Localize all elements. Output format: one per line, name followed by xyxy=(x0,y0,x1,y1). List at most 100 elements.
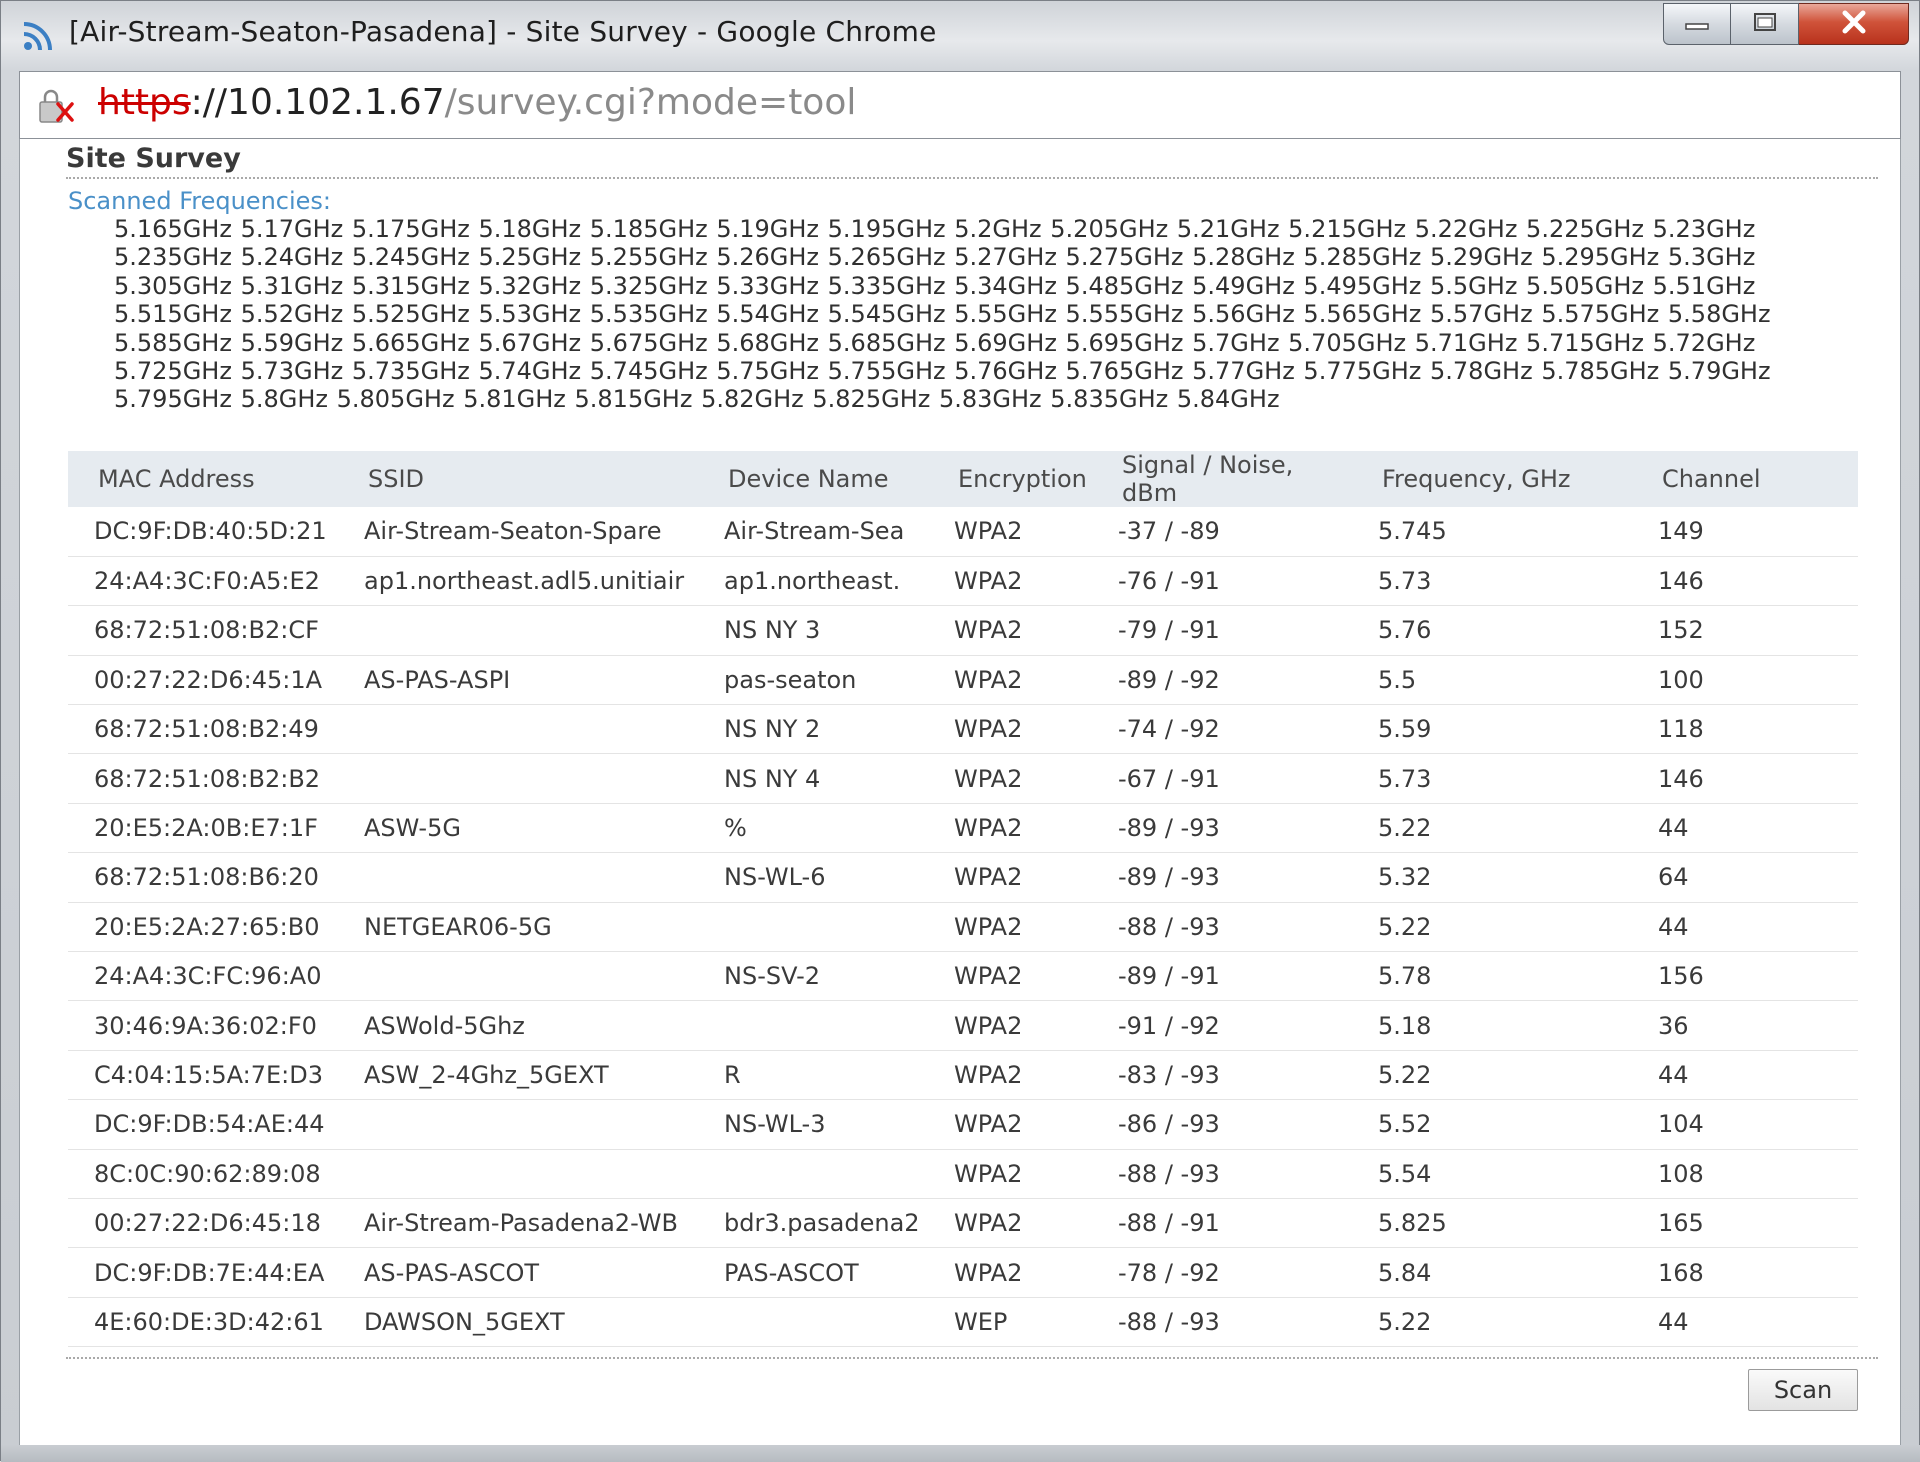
cell-mac-address: 20:E5:2A:27:65:B0 xyxy=(94,912,320,941)
browser-window: [Air-Stream-Seaton-Pasadena] - Site Surv… xyxy=(0,0,1920,1462)
cell-mac-address: C4:04:15:5A:7E:D3 xyxy=(94,1060,323,1089)
cell-device-name: % xyxy=(724,814,747,843)
cell-device-name: NS NY 2 xyxy=(724,715,821,744)
cell-device-name xyxy=(698,1149,928,1198)
cell-frequency: 5.73 xyxy=(1378,567,1432,596)
table-header-row: MAC Address SSID Device Name Encryption … xyxy=(68,451,1858,507)
table-row[interactable]: 24:A4:3C:FC:96:A0 NS-SV-2 WPA2 -89 / -91 5.7… xyxy=(68,952,1858,1001)
cell-frequency: 5.84 xyxy=(1378,1258,1432,1287)
table-row[interactable]: 8C:0C:90:62:89:08 WPA2 -88 / -93 5.54 108 xyxy=(68,1149,1858,1199)
cell-channel: 149 xyxy=(1658,517,1704,546)
cell-ssid: NETGEAR06-5G xyxy=(364,912,552,941)
table-row[interactable]: DC:9F:DB:54:AE:44 NS-WL-3 WPA2 -86 / -93 5.5… xyxy=(68,1100,1858,1150)
close-icon xyxy=(1839,9,1869,39)
close-button[interactable] xyxy=(1799,3,1909,45)
table-row[interactable]: 68:72:51:08:B6:20 NS-WL-6 WPA2 -89 / -93 5.3… xyxy=(68,853,1858,903)
table-row[interactable]: 00:27:22:D6:45:18 Air-Stream-Pasadena2-WB… xyxy=(68,1198,1858,1248)
insecure-lock-icon[interactable] xyxy=(36,88,84,126)
table-row[interactable]: DC:9F:DB:40:5D:21 Air-Stream-Seaton-Spare… xyxy=(68,507,1858,557)
table-row[interactable]: 68:72:51:08:B2:49 NS NY 2 WPA2 -74 / -92 5.5… xyxy=(68,705,1858,754)
cell-mac-address: 00:27:22:D6:45:18 xyxy=(94,1209,321,1238)
cell-device-name: pas-seaton xyxy=(724,665,857,694)
cell-frequency: 5.59 xyxy=(1378,715,1432,744)
url-path: /survey.cgi?mode=tool xyxy=(444,82,857,123)
url-text[interactable]: https://10.102.1.67/survey.cgi?mode=tool xyxy=(98,82,856,123)
cell-device-name: NS-SV-2 xyxy=(724,962,821,991)
cell-signal-noise: -79 / -91 xyxy=(1118,616,1220,645)
cell-frequency: 5.22 xyxy=(1378,912,1432,941)
table-row[interactable]: DC:9F:DB:7E:44:EA AS-PAS-ASCOT PAS-ASCOT WP… xyxy=(68,1248,1858,1298)
cell-ssid: ASW_2-4Ghz_5GEXT xyxy=(364,1060,609,1089)
cell-channel: 146 xyxy=(1658,567,1704,596)
cell-frequency: 5.54 xyxy=(1378,1159,1432,1188)
cell-ssid xyxy=(338,754,698,803)
scanned-frequencies-label: Scanned Frequencies: xyxy=(68,187,331,215)
table-row[interactable]: C4:04:15:5A:7E:D3 ASW_2-4Ghz_5GEXT R WPA2 -8… xyxy=(68,1050,1858,1100)
table-row[interactable]: 68:72:51:08:B2:CF NS NY 3 WPA2 -79 / -91 5.7… xyxy=(68,606,1858,656)
cell-signal-noise: -89 / -93 xyxy=(1118,814,1220,843)
cell-encryption: WPA2 xyxy=(954,567,1023,596)
cell-device-name: bdr3.pasadena2 xyxy=(724,1209,920,1238)
site-survey-table: MAC Address SSID Device Name Encryption … xyxy=(68,451,1858,1347)
cell-device-name xyxy=(698,902,928,951)
cell-frequency: 5.22 xyxy=(1378,814,1432,843)
cell-frequency: 5.76 xyxy=(1378,616,1432,645)
column-header-device-name[interactable]: Device Name xyxy=(698,451,928,507)
cell-ssid: ASW-5G xyxy=(364,814,461,843)
cell-signal-noise: -37 / -89 xyxy=(1118,517,1220,546)
cell-encryption: WPA2 xyxy=(954,1110,1023,1139)
table-row[interactable]: 00:27:22:D6:45:1A AS-PAS-ASPI pas-seaton WP… xyxy=(68,655,1858,705)
column-header-channel[interactable]: Channel xyxy=(1632,451,1858,507)
cell-encryption: WPA2 xyxy=(954,1060,1023,1089)
maximize-button[interactable] xyxy=(1731,3,1799,45)
cell-device-name: R xyxy=(724,1060,741,1089)
window-bottom-frame xyxy=(1,1445,1920,1462)
maximize-icon xyxy=(1752,11,1778,37)
cell-frequency: 5.825 xyxy=(1378,1209,1447,1238)
table-row[interactable]: 4E:60:DE:3D:42:61 DAWSON_5GEXT WEP -88 / -9… xyxy=(68,1297,1858,1347)
cell-channel: 168 xyxy=(1658,1258,1704,1287)
table-row[interactable]: 20:E5:2A:0B:E7:1F ASW-5G% WPA2 -89 / -93 5.2… xyxy=(68,803,1858,853)
cell-mac-address: 20:E5:2A:0B:E7:1F xyxy=(94,814,318,843)
address-bar[interactable]: https://10.102.1.67/survey.cgi?mode=tool xyxy=(19,71,1901,139)
table-row[interactable]: 68:72:51:08:B2:B2 NS NY 4 WPA2 -67 / -91 5.7… xyxy=(68,754,1858,804)
cell-ssid: AS-PAS-ASPI xyxy=(364,665,511,694)
cell-encryption: WPA2 xyxy=(954,764,1023,793)
page-title: Site Survey xyxy=(66,143,241,174)
cell-channel: 36 xyxy=(1658,1011,1689,1040)
url-host: ://10.102.1.67 xyxy=(190,82,445,123)
column-header-signal-noise[interactable]: Signal / Noise, dBm xyxy=(1092,451,1352,507)
column-header-mac[interactable]: MAC Address xyxy=(68,451,338,507)
cell-channel: 165 xyxy=(1658,1209,1704,1238)
cell-frequency: 5.22 xyxy=(1378,1307,1432,1336)
cell-frequency: 5.22 xyxy=(1378,1060,1432,1089)
cell-mac-address: 30:46:9A:36:02:F0 xyxy=(94,1011,317,1040)
title-bar[interactable]: [Air-Stream-Seaton-Pasadena] - Site Surv… xyxy=(1,1,1920,69)
cell-mac-address: 24:A4:3C:FC:96:A0 xyxy=(94,962,322,991)
table-row[interactable]: 24:A4:3C:F0:A5:E2 ap1.northeast.adl5.unit… xyxy=(68,556,1858,606)
cell-ssid xyxy=(338,1100,698,1149)
cell-mac-address: DC:9F:DB:54:AE:44 xyxy=(94,1110,325,1139)
cell-signal-noise: -74 / -92 xyxy=(1118,715,1220,744)
cell-encryption: WPA2 xyxy=(954,962,1023,991)
cell-channel: 44 xyxy=(1658,1060,1689,1089)
cell-signal-noise: -88 / -91 xyxy=(1118,1209,1220,1238)
cell-signal-noise: -89 / -92 xyxy=(1118,665,1220,694)
cell-encryption: WEP xyxy=(954,1307,1008,1336)
cell-ssid: ASWold-5Ghz xyxy=(364,1011,525,1040)
cell-frequency: 5.5 xyxy=(1378,665,1417,694)
minimize-button[interactable] xyxy=(1663,3,1731,45)
column-header-ssid[interactable]: SSID xyxy=(338,451,698,507)
cell-channel: 100 xyxy=(1658,665,1704,694)
cell-ssid: Air-Stream-Pasadena2-WB xyxy=(364,1209,678,1238)
table-row[interactable]: 20:E5:2A:27:65:B0 NETGEAR06-5G WPA2 -88 / -… xyxy=(68,902,1858,952)
table-row[interactable]: 30:46:9A:36:02:F0 ASWold-5Ghz WPA2 -91 / -9… xyxy=(68,1001,1858,1051)
cell-encryption: WPA2 xyxy=(954,1011,1023,1040)
column-header-frequency[interactable]: Frequency, GHz xyxy=(1352,451,1632,507)
scan-button[interactable]: Scan xyxy=(1748,1369,1858,1411)
cell-channel: 118 xyxy=(1658,715,1704,744)
cell-signal-noise: -83 / -93 xyxy=(1118,1060,1220,1089)
cell-frequency: 5.745 xyxy=(1378,517,1447,546)
column-header-encryption[interactable]: Encryption xyxy=(928,451,1092,507)
cell-encryption: WPA2 xyxy=(954,912,1023,941)
